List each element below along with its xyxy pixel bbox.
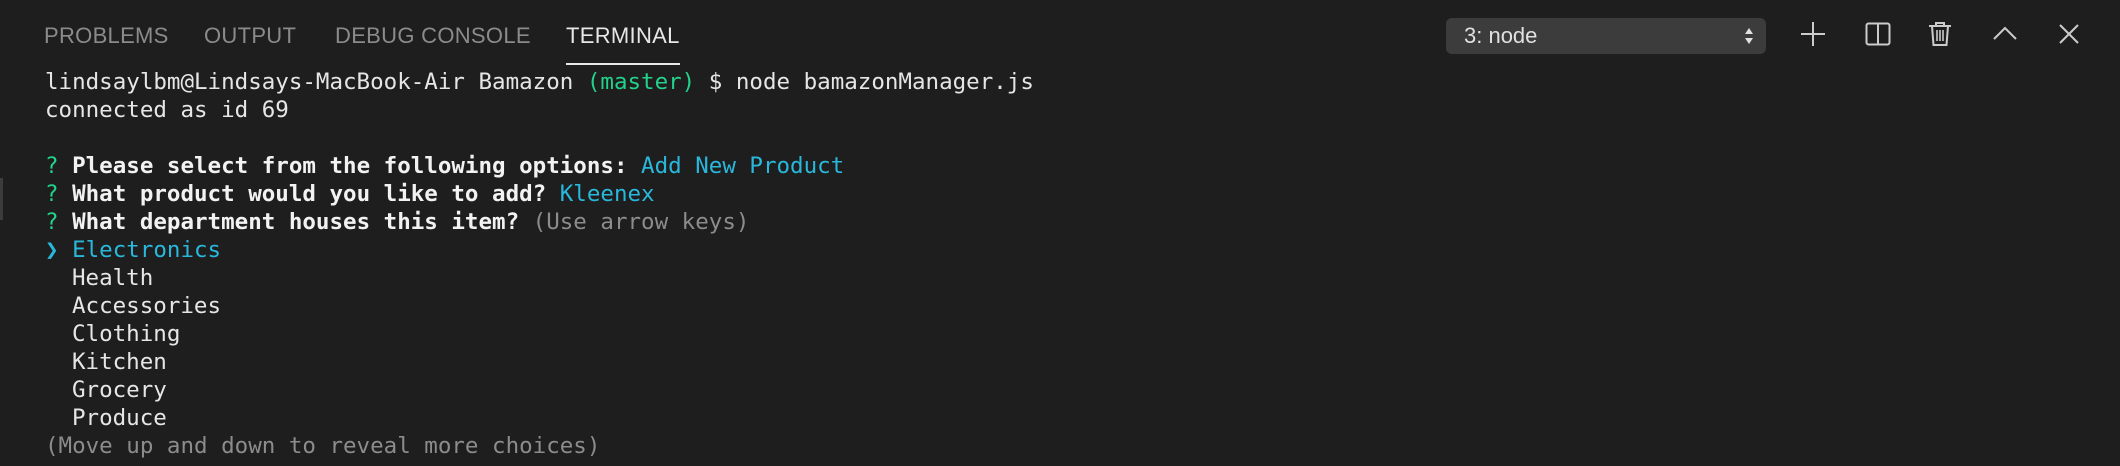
new-terminal-button[interactable] bbox=[1789, 12, 1837, 56]
question-options: ? Please select from the following optio… bbox=[45, 152, 2105, 180]
prompt-branch: (master) bbox=[586, 69, 696, 95]
split-icon bbox=[1865, 22, 1891, 46]
answer-text: Add New Product bbox=[641, 153, 845, 179]
panel-edge-marker bbox=[0, 178, 3, 220]
question-text: What department houses this item? bbox=[72, 209, 520, 235]
footer-hint: (Move up and down to reveal more choices… bbox=[45, 433, 601, 459]
tab-problems[interactable]: PROBLEMS bbox=[44, 0, 169, 64]
tab-debug-console[interactable]: DEBUG CONSOLE bbox=[335, 0, 531, 64]
prompt-user: lindsaylbm@Lindsays-MacBook-Air Bamazon bbox=[45, 69, 574, 95]
choice-item[interactable]: Health bbox=[45, 264, 2105, 292]
question-mark: ? bbox=[45, 181, 59, 207]
choice-item[interactable]: Produce bbox=[45, 404, 2105, 432]
kill-terminal-button[interactable] bbox=[1916, 12, 1964, 56]
choice-label: Electronics bbox=[72, 237, 222, 263]
prompt-symbol: $ bbox=[708, 69, 723, 95]
terminal-panel: PROBLEMS OUTPUT DEBUG CONSOLE TERMINAL 3… bbox=[0, 0, 2120, 466]
panel-tab-bar: PROBLEMS OUTPUT DEBUG CONSOLE TERMINAL 3… bbox=[0, 0, 2120, 65]
terminal-instance-value: 3: node bbox=[1464, 23, 1538, 48]
question-department: ? What department houses this item? (Use… bbox=[45, 208, 2105, 236]
plus-icon bbox=[1801, 22, 1825, 46]
close-icon bbox=[2059, 24, 2079, 44]
hint-text: (Use arrow keys) bbox=[532, 209, 750, 235]
tab-terminal[interactable]: TERMINAL bbox=[566, 0, 680, 65]
answer-text: Kleenex bbox=[559, 181, 655, 207]
pointer-icon: ❯ bbox=[45, 237, 59, 263]
command-text: node bamazonManager.js bbox=[735, 69, 1034, 95]
tab-output[interactable]: OUTPUT bbox=[204, 0, 296, 64]
question-text: Please select from the following options… bbox=[72, 153, 628, 179]
question-mark: ? bbox=[45, 209, 59, 235]
question-mark: ? bbox=[45, 153, 59, 179]
question-text: What product would you like to add? bbox=[72, 181, 547, 207]
select-arrows-icon bbox=[1745, 28, 1753, 44]
connected-line: connected as id 69 bbox=[45, 97, 289, 123]
terminal-output[interactable]: lindsaylbm@Lindsays-MacBook-Air Bamazon … bbox=[45, 68, 2105, 460]
choice-selected[interactable]: ❯ Electronics bbox=[45, 236, 2105, 264]
terminal-instance-select[interactable]: 3: node bbox=[1446, 18, 1766, 54]
split-terminal-button[interactable] bbox=[1854, 12, 1902, 56]
trash-icon bbox=[1929, 22, 1951, 46]
choice-item[interactable]: Grocery bbox=[45, 376, 2105, 404]
choice-item[interactable]: Kitchen bbox=[45, 348, 2105, 376]
chevron-up-icon bbox=[1993, 26, 2017, 40]
close-panel-button[interactable] bbox=[2045, 12, 2093, 56]
question-product: ? What product would you like to add? Kl… bbox=[45, 180, 2105, 208]
choice-item[interactable]: Accessories bbox=[45, 292, 2105, 320]
choice-item[interactable]: Clothing bbox=[45, 320, 2105, 348]
maximize-panel-button[interactable] bbox=[1981, 12, 2029, 56]
command-line: lindsaylbm@Lindsays-MacBook-Air Bamazon … bbox=[45, 68, 2105, 96]
